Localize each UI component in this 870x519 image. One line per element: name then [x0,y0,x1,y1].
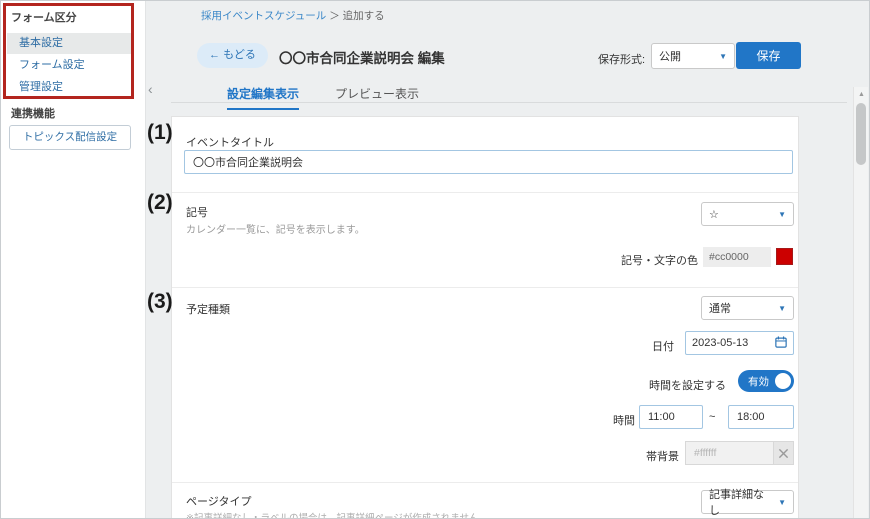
date-value: 2023-05-13 [692,337,748,349]
time-range-separator: ~ [709,411,715,423]
symbol-select-value: ☆ [709,208,719,221]
time-start-input[interactable] [639,405,703,429]
schedule-type-label: 予定種類 [186,301,230,317]
time-enable-toggle[interactable]: 有効 [738,370,794,392]
sidebar-section-link-title: 連携機能 [11,105,55,121]
save-format-label: 保存形式: [598,51,645,67]
sidebar-section-form-title: フォーム区分 [11,9,77,25]
breadcrumb-link-schedule[interactable]: 採用イベントスケジュール [201,10,326,22]
section-divider [172,287,798,288]
annotation-number-2: (2) [147,191,173,215]
page-type-help-text: ※記事詳細なし・ラベルの場合は、記事詳細ページが作成されません。 [186,510,488,519]
toggle-knob [775,373,791,389]
scroll-up-icon[interactable]: ▲ [858,91,865,98]
time-label: 時間 [613,412,635,428]
annotation-number-3: (3) [147,290,173,314]
back-button-label: もどる [223,49,256,61]
symbol-select[interactable]: ☆ ▼ [701,202,794,226]
breadcrumb-separator: ＞ [329,10,340,22]
scrollbar-thumb[interactable] [856,103,866,165]
symbol-color-label: 記号・文字の色 [621,252,698,268]
band-background-input: #ffffff [685,441,773,465]
tab-preview-view[interactable]: プレビュー表示 [335,85,419,108]
sidebar-item-basic-settings[interactable]: 基本設定 [7,33,134,54]
save-format-select[interactable]: 公開 ▼ [651,43,735,69]
back-button[interactable]: ← もどる [197,43,268,68]
calendar-icon[interactable] [775,336,787,351]
app-window: フォーム区分 基本設定 フォーム設定 管理設定 連携機能 トピックス配信設定 採… [0,0,870,519]
symbol-label: 記号 [186,204,208,220]
page-type-value: 記事詳細なし [709,486,774,518]
save-button[interactable]: 保存 [736,42,801,69]
chevron-down-icon: ▼ [778,304,786,313]
tab-edit-view[interactable]: 設定編集表示 [227,85,299,110]
save-format-value: 公開 [659,48,681,64]
chevron-down-icon: ▼ [719,52,727,61]
page-type-select[interactable]: 記事詳細なし ▼ [701,490,794,514]
annotation-number-1: (1) [147,121,173,145]
date-label: 日付 [652,338,674,354]
back-arrow-icon: ← [209,49,220,61]
tabs-divider [171,102,847,103]
time-toggle-state: 有効 [748,374,769,389]
symbol-help-text: カレンダー一覧に、記号を表示します。 [186,221,365,236]
section-divider [172,482,798,483]
sidebar-item-form-settings[interactable]: フォーム設定 [7,55,134,76]
breadcrumb-current: 追加する [343,10,385,22]
vertical-scrollbar[interactable]: ▲ [853,87,868,519]
date-input[interactable]: 2023-05-13 [685,331,794,355]
event-title-label: イベントタイトル [186,134,274,150]
chevron-down-icon: ▼ [778,498,786,507]
symbol-color-swatch[interactable] [776,248,793,265]
event-title-input[interactable] [184,150,793,174]
page-type-label: ページタイプ [186,493,252,509]
schedule-type-select[interactable]: 通常 ▼ [701,296,794,320]
sidebar-item-admin-settings[interactable]: 管理設定 [7,77,134,98]
band-background-label: 帯背景 [646,448,679,464]
sidebar-collapse-icon[interactable]: ‹ [148,81,153,97]
disabled-color-icon [773,441,794,465]
sidebar: フォーム区分 基本設定 フォーム設定 管理設定 連携機能 トピックス配信設定 [1,1,146,519]
time-end-input[interactable] [728,405,794,429]
schedule-type-value: 通常 [709,300,731,316]
time-toggle-label: 時間を設定する [649,377,726,393]
page-title: 〇〇市合同企業説明会 編集 [279,47,445,67]
chevron-down-icon: ▼ [778,210,786,219]
symbol-color-value: #cc0000 [703,247,771,267]
breadcrumb: 採用イベントスケジュール ＞ 追加する [201,8,385,23]
section-divider [172,192,798,193]
topics-delivery-settings-button[interactable]: トピックス配信設定 [9,125,131,150]
